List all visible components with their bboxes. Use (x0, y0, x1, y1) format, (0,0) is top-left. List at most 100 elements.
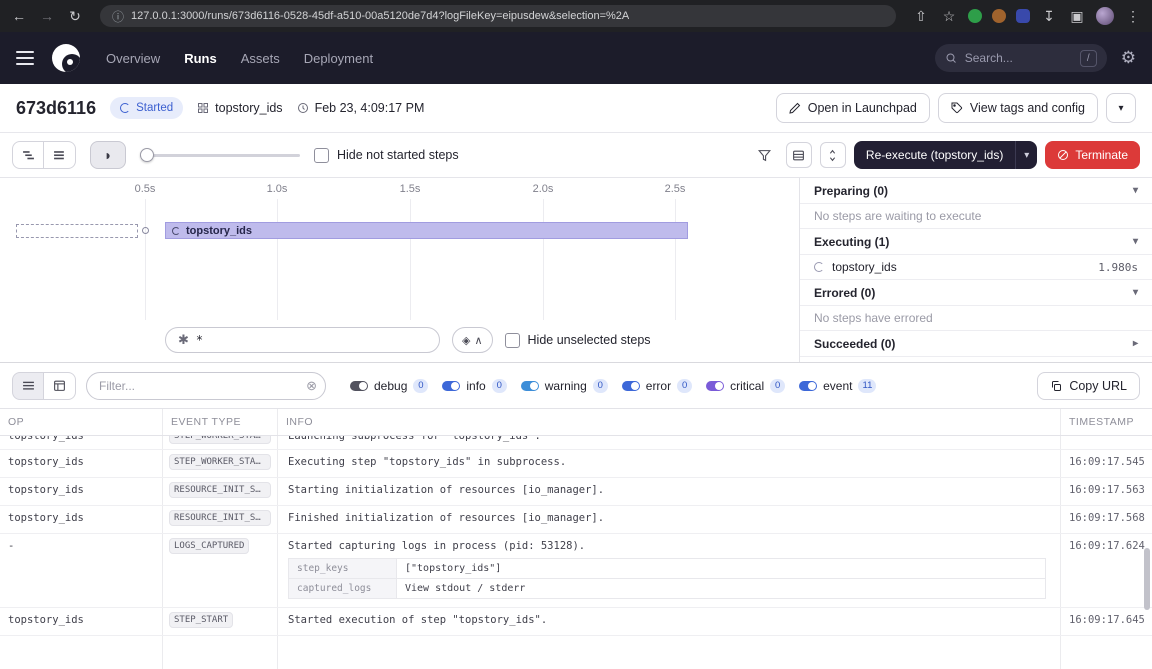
hide-not-started-checkbox[interactable] (314, 148, 329, 163)
axis-tick: 0.5s (135, 183, 156, 195)
level-chip-event[interactable]: event 11 (799, 379, 876, 393)
dagster-logo[interactable] (52, 44, 80, 72)
step-selection-input[interactable] (196, 333, 427, 347)
slider-knob[interactable] (140, 148, 154, 162)
hamburger-menu-icon[interactable] (16, 51, 34, 65)
download-icon[interactable]: ↧ (1040, 8, 1058, 25)
level-count-badge: 0 (492, 379, 507, 393)
nav-item-deployment[interactable]: Deployment (304, 51, 373, 66)
clock-icon (297, 102, 309, 114)
hide-not-started-label: Hide not started steps (337, 148, 459, 162)
open-launchpad-button[interactable]: Open in Launchpad (776, 93, 930, 123)
log-row[interactable]: topstory_ids STEP_WORKER_STARTING Launch… (0, 436, 1152, 450)
view-tags-config-button[interactable]: View tags and config (938, 93, 1098, 123)
event-type-tag: RESOURCE_INIT_STARTED (169, 482, 271, 498)
log-timestamp: 16:09:17.563 (1060, 478, 1152, 505)
log-event-cell: STEP_START (162, 608, 277, 635)
log-event-cell: RESOURCE_INIT_STARTED (162, 478, 277, 505)
site-info-icon[interactable]: ⓘ (112, 8, 124, 25)
run-more-actions-button[interactable]: ▾ (1106, 93, 1136, 123)
log-filter-input[interactable] (86, 372, 326, 400)
chevron-down-icon: ▾ (1133, 287, 1138, 298)
level-label: info (466, 379, 485, 393)
search-placeholder: Search... (965, 51, 1013, 65)
flat-view-button[interactable] (44, 141, 76, 169)
log-row-logs-captured[interactable]: - LOGS_CAPTURED Started capturing logs i… (0, 534, 1152, 608)
section-errored[interactable]: Errored (0) ▾ (800, 280, 1152, 306)
clear-filter-icon[interactable]: ⊗ (306, 378, 317, 394)
copy-url-button[interactable]: Copy URL (1037, 372, 1140, 400)
flat-list-icon (53, 149, 66, 162)
back-icon[interactable]: ← (10, 8, 28, 24)
chevron-down-icon: ▾ (1118, 103, 1123, 114)
log-info: Finished initialization of resources [io… (277, 506, 1060, 533)
section-preparing[interactable]: Preparing (0) ▾ (800, 178, 1152, 204)
timing-toggle-button[interactable]: ◗ (90, 141, 126, 169)
log-structured-view-button[interactable] (44, 372, 76, 400)
zoom-slider[interactable] (140, 148, 300, 162)
filter-funnel-button[interactable] (752, 142, 778, 168)
scrollbar-thumb[interactable] (1144, 548, 1150, 610)
nav-item-overview[interactable]: Overview (106, 51, 160, 66)
extension-icon[interactable] (1016, 9, 1030, 23)
executing-step-row[interactable]: topstory_ids 1.980s (800, 255, 1152, 280)
section-succeeded[interactable]: Succeeded (0) ▸ (800, 331, 1152, 357)
open-launchpad-label: Open in Launchpad (808, 101, 917, 115)
level-chip-debug[interactable]: debug 0 (350, 379, 428, 393)
section-title: Executing (1) (814, 235, 889, 249)
log-op: topstory_ids (0, 450, 162, 477)
row-display-button[interactable] (786, 142, 812, 168)
job-grid-icon (197, 102, 209, 114)
side-panel-icon[interactable]: ▣ (1068, 8, 1086, 25)
app-header: Overview Runs Assets Deployment Search..… (0, 32, 1152, 84)
log-row[interactable]: topstory_ids STEP_WORKER_STARTED Executi… (0, 450, 1152, 478)
extension-icon[interactable] (968, 9, 982, 23)
expand-collapse-button[interactable] (820, 142, 846, 168)
share-icon[interactable]: ⇧ (912, 8, 930, 25)
bookmark-star-icon[interactable]: ☆ (940, 8, 958, 25)
job-link[interactable]: topstory_ids (197, 101, 282, 115)
level-count-badge: 0 (770, 379, 785, 393)
table-icon (53, 379, 66, 392)
terminate-button[interactable]: Terminate (1045, 141, 1140, 169)
gridline (277, 199, 278, 320)
metadata-row: step_keys ["topstory_ids"] (289, 559, 1046, 579)
settings-gear-icon[interactable]: ⚙ (1121, 48, 1136, 68)
forward-icon[interactable]: → (38, 8, 56, 24)
log-row[interactable]: topstory_ids RESOURCE_INIT_STARTED Start… (0, 478, 1152, 506)
graph-options-button[interactable]: ◈ ∧ (452, 327, 493, 353)
log-list-view-button[interactable] (12, 372, 44, 400)
copy-icon (1050, 380, 1062, 392)
level-chip-info[interactable]: info 0 (442, 379, 506, 393)
url-bar[interactable]: ⓘ 127.0.0.1:3000/runs/673d6116-0528-45df… (100, 5, 896, 27)
level-chip-critical[interactable]: critical 0 (706, 379, 785, 393)
terminate-label: Terminate (1075, 148, 1128, 162)
gantt-step-bar[interactable]: topstory_ids (165, 222, 688, 239)
nav-item-runs[interactable]: Runs (184, 51, 217, 66)
reexecute-dropdown-button[interactable]: ▾ (1015, 141, 1037, 169)
log-row[interactable]: topstory_ids STEP_START Started executio… (0, 608, 1152, 636)
section-title: Succeeded (0) (814, 337, 895, 351)
nav-item-assets[interactable]: Assets (241, 51, 280, 66)
log-row[interactable]: topstory_ids RESOURCE_INIT_SUCCESS Finis… (0, 506, 1152, 534)
extension-icon[interactable] (992, 9, 1006, 23)
metadata-key: captured_logs (289, 579, 397, 599)
level-chip-error[interactable]: error 0 (622, 379, 692, 393)
run-view-split: 0.5s 1.0s 1.5s 2.0s 2.5s topstory_ids ✱ (0, 178, 1152, 363)
reload-icon[interactable]: ↻ (66, 8, 84, 25)
browser-menu-icon[interactable]: ⋮ (1124, 8, 1142, 25)
hide-unselected-control: Hide unselected steps (505, 333, 651, 348)
view-stdout-stderr-link[interactable]: View stdout / stderr (397, 579, 1046, 599)
waterfall-view-button[interactable] (12, 141, 44, 169)
reexecute-button[interactable]: Re-execute (topstory_ids) (854, 141, 1015, 169)
search-icon (945, 52, 957, 64)
hide-unselected-checkbox[interactable] (505, 333, 520, 348)
list-icon (22, 379, 35, 392)
log-info: Launching subprocess for "topstory_ids". (277, 436, 1060, 450)
section-executing[interactable]: Executing (1) ▾ (800, 229, 1152, 255)
level-chip-warning[interactable]: warning 0 (521, 379, 608, 393)
global-search[interactable]: Search... / (935, 44, 1107, 72)
log-event-cell: STEP_WORKER_STARTED (162, 450, 277, 477)
profile-avatar[interactable] (1096, 7, 1114, 25)
level-count-badge: 0 (677, 379, 692, 393)
